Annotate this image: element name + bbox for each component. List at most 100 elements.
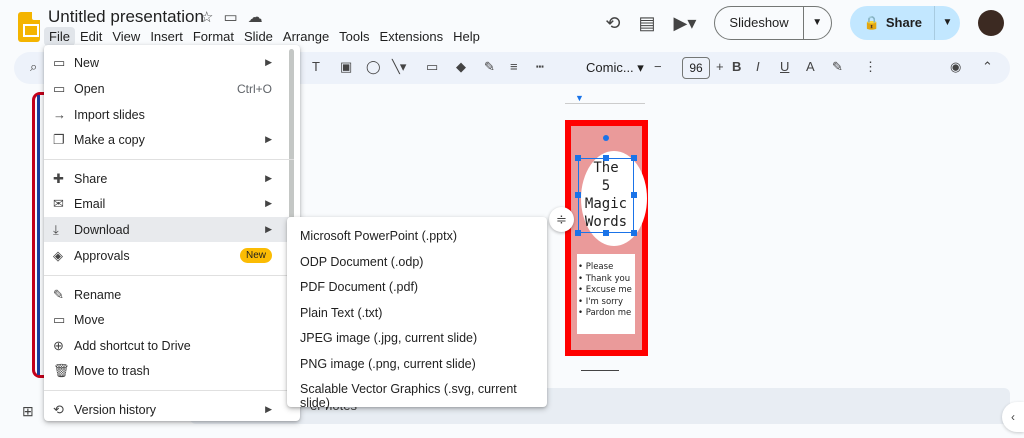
motion-icon[interactable]: ◉ — [950, 59, 961, 75]
more-options-icon[interactable]: ⋮ — [864, 59, 877, 75]
resize-handle[interactable] — [575, 155, 581, 161]
menu-view[interactable]: View — [107, 27, 145, 46]
bold-icon[interactable]: B — [732, 59, 741, 74]
text-color-icon[interactable]: A — [806, 59, 815, 74]
resize-handle[interactable] — [631, 192, 637, 198]
share-button[interactable]: 🔒 Share — [850, 6, 934, 40]
download-icon: ⤓ — [53, 221, 59, 237]
highlight-icon[interactable]: ✎ — [832, 59, 843, 75]
list-item: • Thank you — [578, 273, 631, 284]
ruler-indent-marker[interactable]: ▼ — [575, 93, 584, 103]
canvas-divider — [581, 370, 619, 371]
menu-item-email[interactable]: ✉ Email ▶ — [44, 191, 294, 216]
menu-insert[interactable]: Insert — [145, 27, 188, 46]
history-icon[interactable]: ⟲ — [605, 13, 620, 34]
font-select[interactable]: Comic... ▾ — [586, 60, 644, 76]
search-menus-icon[interactable]: ⌕ — [30, 59, 37, 75]
star-icon[interactable]: ☆ — [200, 8, 213, 26]
download-png[interactable]: PNG image (.png, current slide) — [300, 357, 476, 371]
download-pptx[interactable]: Microsoft PowerPoint (.pptx) — [300, 229, 457, 243]
menu-format[interactable]: Format — [188, 27, 239, 46]
menu-item-move[interactable]: ▭ Move — [44, 307, 294, 332]
grid-view-icon[interactable]: ⊞ — [22, 403, 34, 420]
border-weight-icon[interactable]: ≡ — [510, 59, 518, 74]
cloud-status-icon[interactable]: ☁ — [248, 8, 263, 26]
bullet-list-textbox[interactable]: • Please • Thank you • Excuse me • I'm s… — [577, 254, 635, 334]
resize-handle[interactable] — [603, 230, 609, 236]
image-icon[interactable]: ▣ — [340, 59, 352, 75]
menu-item-open[interactable]: ▭ Open Ctrl+O — [44, 76, 294, 101]
share-button-group: 🔒 Share ▼ — [849, 6, 960, 40]
folder-icon: ▭ — [53, 80, 66, 96]
bullet-text: Thank you — [585, 273, 631, 284]
menu-slide[interactable]: Slide — [239, 27, 278, 46]
submenu-arrow-icon: ▶ — [265, 57, 272, 67]
border-color-icon[interactable]: ✎ — [484, 59, 495, 75]
list-item: • Please — [578, 262, 614, 272]
move-folder-icon[interactable]: ▭ — [223, 8, 237, 26]
text-box-icon[interactable]: T — [312, 59, 320, 74]
menu-item-label: Share — [74, 171, 108, 186]
resize-handle[interactable] — [631, 155, 637, 161]
person-add-icon: ✚ — [53, 170, 64, 186]
slides-logo[interactable] — [18, 12, 40, 42]
title-icons: ☆ ▭ ☁ — [200, 8, 263, 26]
download-pdf[interactable]: PDF Document (.pdf) — [300, 280, 418, 294]
shape-icon[interactable]: ◯ — [366, 59, 381, 75]
resize-handle[interactable] — [575, 192, 581, 198]
menu-item-rename[interactable]: ✎ Rename — [44, 282, 294, 307]
slide-title-textbox[interactable]: The 5 Magic Words — [578, 158, 634, 233]
collapse-toolbar-icon[interactable]: ⌃ — [982, 59, 993, 75]
document-title[interactable]: Untitled presentation — [48, 7, 204, 27]
line-icon[interactable]: ╲▾ — [392, 59, 406, 75]
menu-item-approvals[interactable]: ◈ Approvals New — [44, 243, 294, 268]
download-svg[interactable]: Scalable Vector Graphics (.svg, current … — [300, 382, 547, 410]
menu-item-new[interactable]: ▭ New ▶ — [44, 50, 294, 75]
layout-options-icon[interactable]: ≑ — [549, 207, 574, 232]
chevron-left-icon[interactable]: ‹ — [1002, 402, 1024, 432]
font-size-input[interactable]: 96 — [682, 57, 710, 79]
shortcut-label: Ctrl+O — [236, 81, 272, 96]
avatar[interactable] — [978, 10, 1004, 36]
menu-item-add-shortcut[interactable]: ⊕ Add shortcut to Drive — [44, 333, 294, 358]
title-line: Magic — [584, 196, 628, 212]
menu-item-download[interactable]: ⤓ Download ▶ — [44, 217, 294, 242]
comment-add-icon[interactable]: ▭ — [426, 59, 438, 75]
download-txt[interactable]: Plain Text (.txt) — [300, 306, 382, 320]
menu-item-label: Rename — [74, 287, 122, 302]
menu-item-import-slides[interactable]: → Import slides — [44, 102, 294, 127]
share-dropdown-icon[interactable]: ▼ — [934, 6, 960, 40]
slideshow-button[interactable]: Slideshow — [715, 7, 802, 39]
fill-color-icon[interactable]: ◆ — [456, 59, 466, 75]
underline-icon[interactable]: U — [780, 59, 789, 74]
download-odp[interactable]: ODP Document (.odp) — [300, 255, 423, 269]
increase-font-icon[interactable]: + — [716, 59, 724, 74]
menu-extensions[interactable]: Extensions — [375, 27, 449, 46]
title-line: The — [593, 160, 619, 176]
border-dash-icon[interactable]: ┅ — [536, 59, 544, 75]
submenu-arrow-icon: ▶ — [265, 173, 272, 183]
video-call-icon[interactable]: ▶▾ — [674, 13, 697, 34]
menu-edit[interactable]: Edit — [75, 27, 107, 46]
menu-arrange[interactable]: Arrange — [278, 27, 334, 46]
submenu-arrow-icon: ▶ — [265, 404, 272, 414]
rotate-handle[interactable] — [603, 135, 609, 141]
comment-icon[interactable]: ▤ — [639, 13, 656, 34]
menu-tools[interactable]: Tools — [334, 27, 374, 46]
resize-handle[interactable] — [631, 230, 637, 236]
menu-item-move-to-trash[interactable]: 🗑 Move to trash — [44, 358, 294, 383]
decrease-font-icon[interactable]: − — [654, 59, 662, 74]
menu-help[interactable]: Help — [448, 27, 485, 46]
menu-item-version-history[interactable]: ⟲ Version history ▶ — [44, 397, 294, 422]
menu-item-make-copy[interactable]: ❐ Make a copy ▶ — [44, 127, 294, 152]
italic-icon[interactable]: I — [756, 59, 760, 74]
menu-file[interactable]: File — [44, 27, 75, 46]
download-jpg[interactable]: JPEG image (.jpg, current slide) — [300, 331, 477, 345]
slide-thumbnail-edge[interactable] — [32, 92, 44, 378]
resize-handle[interactable] — [603, 155, 609, 161]
menu-divider — [44, 159, 294, 160]
slideshow-dropdown-icon[interactable]: ▼ — [802, 7, 831, 39]
copy-icon: ❐ — [53, 131, 65, 147]
menu-item-share[interactable]: ✚ Share ▶ — [44, 166, 294, 191]
resize-handle[interactable] — [575, 230, 581, 236]
